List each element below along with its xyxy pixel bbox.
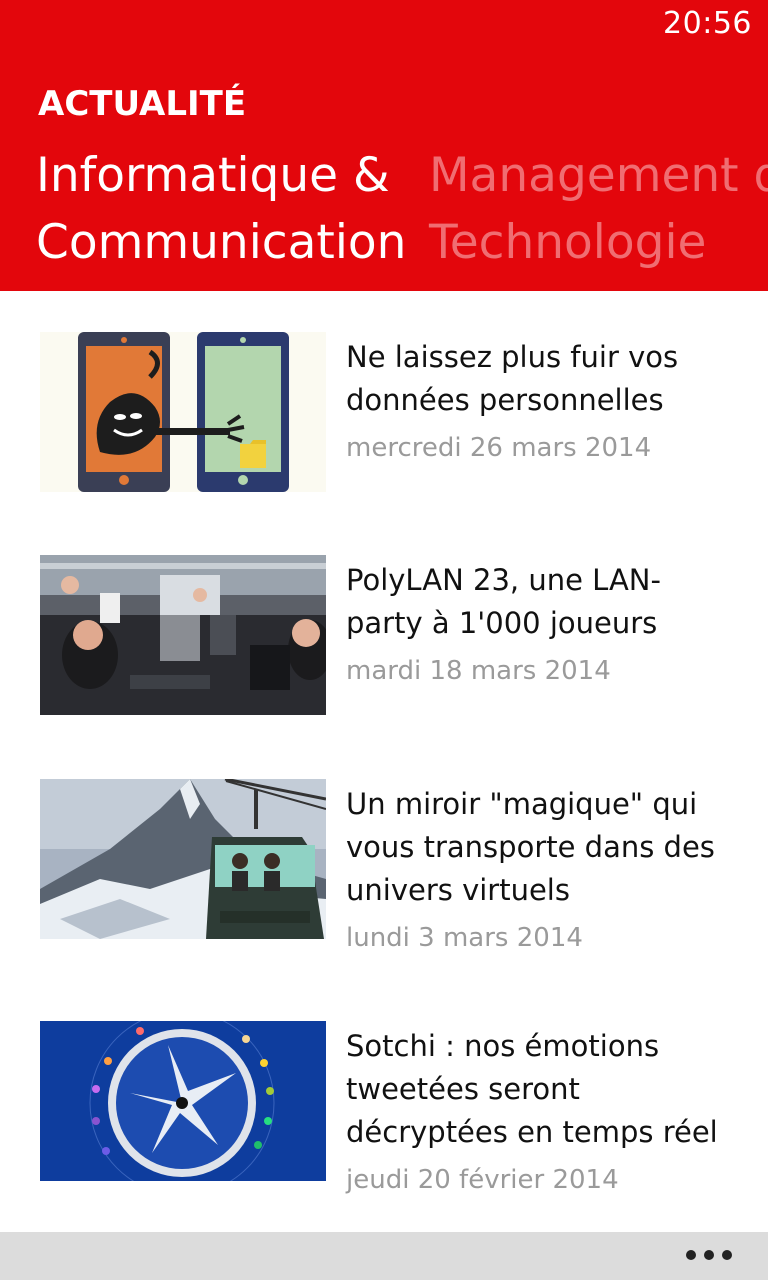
article-title-line: party à 1'000 joueurs — [346, 606, 658, 640]
article-title-line: Sotchi : nos émotions — [346, 1029, 660, 1063]
article-item[interactable]: Un miroir "magique" qui vous transporte … — [0, 779, 768, 953]
article-date: mercredi 26 mars 2014 — [346, 433, 652, 463]
pivot-label-line1: Management d — [429, 148, 768, 203]
article-thumbnail — [40, 555, 326, 715]
article-date: lundi 3 mars 2014 — [346, 923, 583, 953]
article-title-line: univers virtuels — [346, 873, 570, 907]
pivot-informatique-communication[interactable]: Informatique & Communication — [36, 142, 406, 276]
status-time: 20:56 — [663, 6, 752, 41]
pivot-label-line2: Communication — [36, 215, 407, 270]
status-bar: 20:56 — [0, 0, 768, 52]
article-title-line: Ne laissez plus fuir vos — [346, 340, 679, 374]
article-title-line: PolyLAN 23, une LAN- — [346, 563, 661, 597]
article-title-line: tweetées seront — [346, 1072, 580, 1106]
article-title: Ne laissez plus fuir vos données personn… — [346, 336, 756, 422]
article-title-line: décryptées en temps réel — [346, 1115, 718, 1149]
app-bar — [0, 1232, 768, 1280]
article-title: Un miroir "magique" qui vous transporte … — [346, 783, 756, 912]
article-title-line: Un miroir "magique" qui — [346, 787, 698, 821]
article-date: mardi 18 mars 2014 — [346, 656, 611, 686]
ellipsis-icon[interactable] — [686, 1250, 732, 1262]
pivot-management-technologie[interactable]: Management d Technologie — [429, 142, 768, 276]
article-item[interactable]: Ne laissez plus fuir vos données personn… — [0, 332, 768, 502]
article-item[interactable]: Sotchi : nos émotions tweetées seront dé… — [0, 1021, 768, 1195]
article-title: Sotchi : nos émotions tweetées seront dé… — [346, 1025, 756, 1154]
header: ACTUALITÉ Informatique & Communication M… — [0, 52, 768, 291]
article-date: jeudi 20 février 2014 — [346, 1165, 619, 1195]
ellipsis-dot — [722, 1250, 732, 1260]
pivot-label-line2: Technologie — [429, 215, 707, 270]
ellipsis-dot — [686, 1250, 696, 1260]
article-thumbnail — [40, 332, 326, 492]
pivot-label-line1: Informatique & — [36, 148, 390, 203]
article-title-line: données personnelles — [346, 383, 664, 417]
article-title-line: vous transporte dans des — [346, 830, 715, 864]
ellipsis-dot — [704, 1250, 714, 1260]
article-item[interactable]: PolyLAN 23, une LAN- party à 1'000 joueu… — [0, 555, 768, 725]
article-thumbnail — [40, 779, 326, 939]
app-title: ACTUALITÉ — [38, 84, 247, 124]
article-title: PolyLAN 23, une LAN- party à 1'000 joueu… — [346, 559, 756, 645]
article-thumbnail — [40, 1021, 326, 1181]
